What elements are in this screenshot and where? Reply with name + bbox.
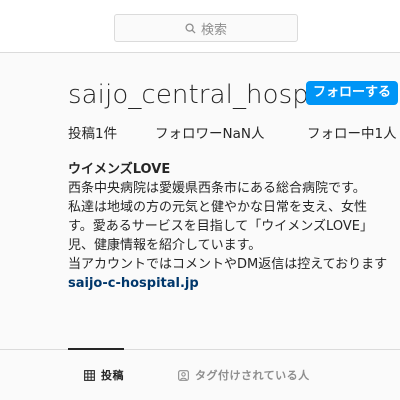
top-bar: 検索 <box>0 0 400 53</box>
bio-name: ウイメンズLOVE <box>68 162 171 177</box>
following-count[interactable]: フォロー中1人 <box>307 122 397 142</box>
grid-icon <box>84 369 95 381</box>
tab-tagged-label: タグ付けされている人 <box>195 369 310 382</box>
bio-line: 児、健康情報を紹介しています。 <box>68 238 262 253</box>
tab-posts[interactable]: 投稿 <box>84 367 124 383</box>
bio-line: 西条中央病院は愛媛県西条市にある総合病院です。 <box>68 181 366 196</box>
profile-stats: 投稿1件 フォロワーNaN人 フォロー中1人 <box>68 122 400 142</box>
follow-button[interactable]: フォローする <box>306 81 398 105</box>
search-icon <box>185 22 196 34</box>
bio-line: 私達は地域の方の元気と健やかな日常を支え、女性 <box>68 200 368 215</box>
search-placeholder: 検索 <box>200 22 227 38</box>
bio-website-link[interactable]: saijo-c-hospital.jp <box>68 274 400 293</box>
tab-tagged[interactable]: タグ付けされている人 <box>178 367 310 383</box>
followers-count[interactable]: フォロワーNaN人 <box>155 122 264 142</box>
tagged-user-icon <box>178 369 189 381</box>
tab-posts-label: 投稿 <box>101 369 124 382</box>
profile-tabs: 投稿 タグ付けされている人 <box>0 350 400 400</box>
bio-line: す。愛あるサービスを目指して「ウイメンズLOVE」 <box>68 219 373 234</box>
bio-line: 当アカウントではコメントやDM返信は控えております <box>68 257 388 272</box>
search-input[interactable]: 検索 <box>114 14 298 42</box>
posts-count: 投稿1件 <box>68 126 118 142</box>
profile-bio: ウイメンズLOVE 西条中央病院は愛媛県西条市にある総合病院です。 私達は地域の… <box>68 160 400 293</box>
